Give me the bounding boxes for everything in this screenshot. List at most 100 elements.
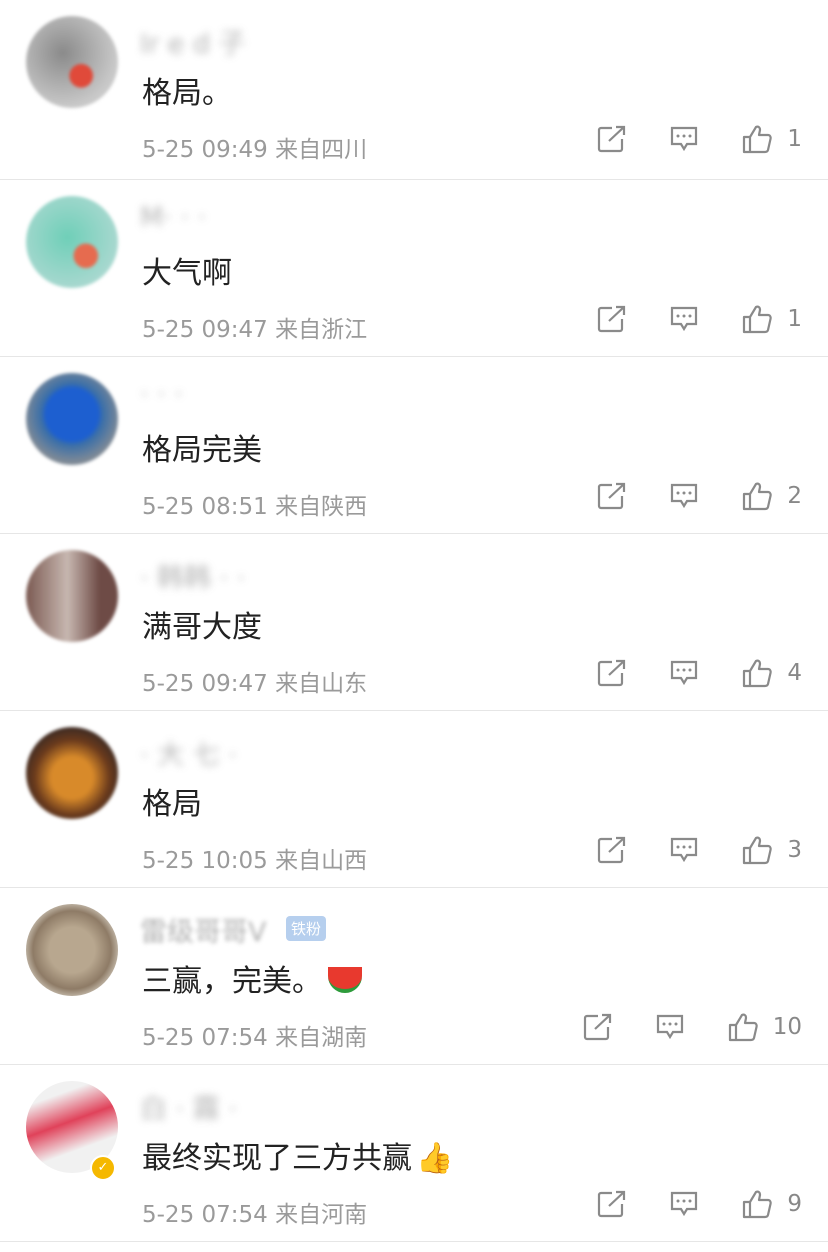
like-button[interactable]: 1 (741, 124, 802, 154)
like-count: 4 (787, 660, 802, 686)
comment-meta: 5-25 07:54 来自河南 (142, 1195, 367, 1229)
like-icon (728, 1013, 758, 1042)
fan-badge: 铁粉 (286, 916, 327, 941)
comment-actions: 2 (555, 481, 802, 511)
like-icon (743, 1190, 773, 1219)
reply-button[interactable] (669, 125, 699, 153)
comment-actions: 9 (555, 1189, 802, 1219)
reply-button[interactable] (669, 305, 699, 333)
comment-location: 来自山东 (275, 671, 368, 697)
share-icon (598, 836, 626, 864)
reply-button[interactable] (669, 1190, 699, 1218)
comment-item: · 韩韩 · · 满哥大度 5-25 09:47 来自山东 4 (0, 534, 828, 711)
avatar[interactable] (26, 196, 118, 288)
like-button[interactable]: 3 (741, 835, 802, 865)
share-icon (598, 305, 626, 333)
comment-meta: 5-25 09:47 来自山东 (142, 664, 367, 698)
reply-icon (671, 660, 698, 686)
avatar[interactable] (26, 550, 118, 642)
share-icon (583, 1013, 611, 1041)
watermelon-emoji-icon (328, 966, 362, 993)
comment-actions: 1 (555, 304, 802, 334)
comment-text-content: 最终实现了三方共赢 (142, 1141, 412, 1176)
comment-item: ✓ 白 · 霧 · 最终实现了三方共赢 👍 5-25 07:54 来自河南 9 (0, 1065, 828, 1242)
like-icon (743, 482, 773, 511)
comment-location: 来自浙江 (275, 317, 368, 343)
like-icon (743, 836, 773, 865)
share-button[interactable] (597, 1190, 627, 1218)
comment-item: M· · · 大气啊 5-25 09:47 来自浙江 1 (0, 180, 828, 357)
comment-actions: 1 (555, 124, 802, 154)
share-button[interactable] (583, 1013, 613, 1041)
comment-location: 来自陕西 (275, 494, 368, 520)
comment-text: 最终实现了三方共赢 👍 (142, 1133, 453, 1177)
like-button[interactable]: 1 (741, 304, 802, 334)
avatar[interactable] (26, 16, 118, 108)
comment-text: 格局 (142, 787, 202, 822)
reply-icon (671, 483, 698, 509)
share-button[interactable] (597, 482, 627, 510)
comment-time: 5-25 09:47 (142, 317, 268, 343)
comment-item: · · · 格局完美 5-25 08:51 来自陕西 2 (0, 357, 828, 534)
like-button[interactable]: 10 (727, 1012, 802, 1042)
comment-meta: 5-25 09:47 来自浙江 (142, 310, 367, 344)
comment-time: 5-25 07:54 (142, 1025, 268, 1051)
comment-text: 满哥大度 (142, 610, 262, 645)
comment-time: 5-25 07:54 (142, 1202, 268, 1228)
comment-meta: 5-25 07:54 来自湖南 (142, 1018, 367, 1052)
thumbs-up-emoji-icon: 👍 (416, 1141, 454, 1176)
like-icon (743, 659, 773, 688)
comment-username[interactable]: Ir e d 子 (140, 22, 246, 61)
avatar[interactable] (26, 727, 118, 819)
comment-username[interactable]: 白 · 霧 · (140, 1087, 237, 1126)
share-button[interactable] (597, 836, 627, 864)
reply-button[interactable] (669, 836, 699, 864)
comment-username[interactable]: · 韩韩 · · (140, 556, 246, 595)
reply-button[interactable] (669, 482, 699, 510)
share-icon (598, 125, 626, 153)
share-icon (598, 1190, 626, 1218)
comment-text: 格局完美 (142, 433, 262, 468)
avatar[interactable] (26, 373, 118, 465)
comment-text: 三赢，完美。 (142, 956, 362, 1000)
comment-meta: 5-25 08:51 来自陕西 (142, 487, 367, 521)
like-icon (743, 305, 773, 334)
comment-time: 5-25 09:49 (142, 137, 268, 163)
reply-button[interactable] (655, 1013, 685, 1041)
like-count: 10 (772, 1014, 802, 1040)
reply-button[interactable] (669, 659, 699, 687)
comment-text: 大气啊 (142, 256, 232, 291)
comment-username[interactable]: 雷级哥哥V (140, 910, 266, 949)
share-button[interactable] (597, 305, 627, 333)
like-button[interactable]: 9 (741, 1189, 802, 1219)
comment-actions: 10 (541, 1012, 802, 1042)
comment-item: · 大 七 · 格局 5-25 10:05 来自山西 3 (0, 711, 828, 888)
share-icon (598, 659, 626, 687)
comment-actions: 4 (555, 658, 802, 688)
comment-meta: 5-25 10:05 来自山西 (142, 841, 367, 875)
avatar[interactable] (26, 904, 118, 996)
share-icon (598, 482, 626, 510)
like-button[interactable]: 2 (741, 481, 802, 511)
comment-text: 格局。 (142, 76, 232, 111)
comment-location: 来自湖南 (275, 1025, 368, 1051)
like-count: 9 (787, 1191, 802, 1217)
reply-icon (671, 1191, 698, 1217)
comment-location: 来自河南 (275, 1202, 368, 1228)
comment-username[interactable]: · 大 七 · (140, 733, 237, 772)
comment-item: Ir e d 子 格局。 5-25 09:49 来自四川 1 (0, 0, 828, 180)
comment-username[interactable]: · · · (140, 379, 183, 410)
share-button[interactable] (597, 125, 627, 153)
like-count: 1 (787, 126, 802, 152)
comment-location: 来自山西 (275, 848, 368, 874)
comment-time: 5-25 09:47 (142, 671, 268, 697)
like-button[interactable]: 4 (741, 658, 802, 688)
share-button[interactable] (597, 659, 627, 687)
comment-meta: 5-25 09:49 来自四川 (142, 130, 367, 164)
comment-item: 雷级哥哥V 铁粉 三赢，完美。 5-25 07:54 来自湖南 10 (0, 888, 828, 1065)
like-count: 3 (787, 837, 802, 863)
comment-text-content: 三赢，完美。 (142, 964, 322, 999)
reply-icon (671, 306, 698, 332)
reply-icon (656, 1014, 683, 1040)
comment-username[interactable]: M· · · (140, 202, 206, 233)
